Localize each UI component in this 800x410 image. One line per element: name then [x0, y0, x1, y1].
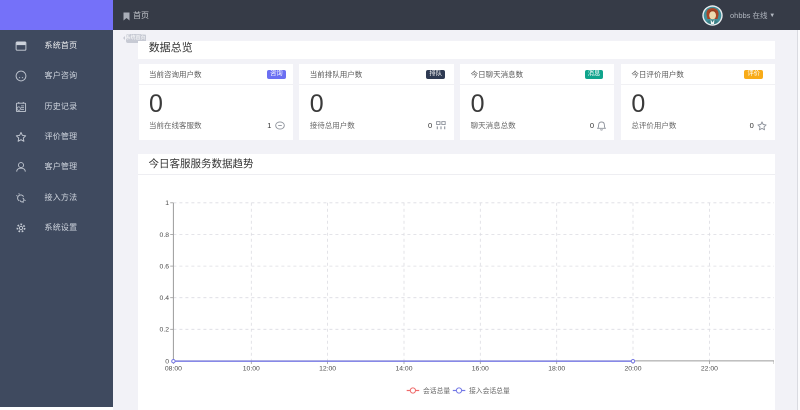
svg-text:0.4: 0.4: [160, 295, 170, 302]
svg-text:0.6: 0.6: [160, 264, 170, 271]
svg-text:16:00: 16:00: [472, 366, 489, 373]
svg-text:22:00: 22:00: [701, 366, 718, 373]
svg-text:接入会话总量: 接入会话总量: [469, 386, 510, 395]
svg-text:14:00: 14:00: [395, 366, 412, 373]
svg-text:12:00: 12:00: [319, 366, 336, 373]
svg-text:10:00: 10:00: [243, 366, 260, 373]
svg-text:会话总量: 会话总量: [423, 386, 450, 395]
svg-text:0: 0: [165, 358, 169, 365]
svg-text:0.8: 0.8: [160, 232, 170, 239]
svg-text:0.2: 0.2: [160, 327, 170, 334]
svg-text:18:00: 18:00: [548, 366, 565, 373]
svg-text:20:00: 20:00: [624, 366, 641, 373]
svg-text:1: 1: [165, 200, 169, 207]
svg-text:08:00: 08:00: [165, 366, 182, 373]
